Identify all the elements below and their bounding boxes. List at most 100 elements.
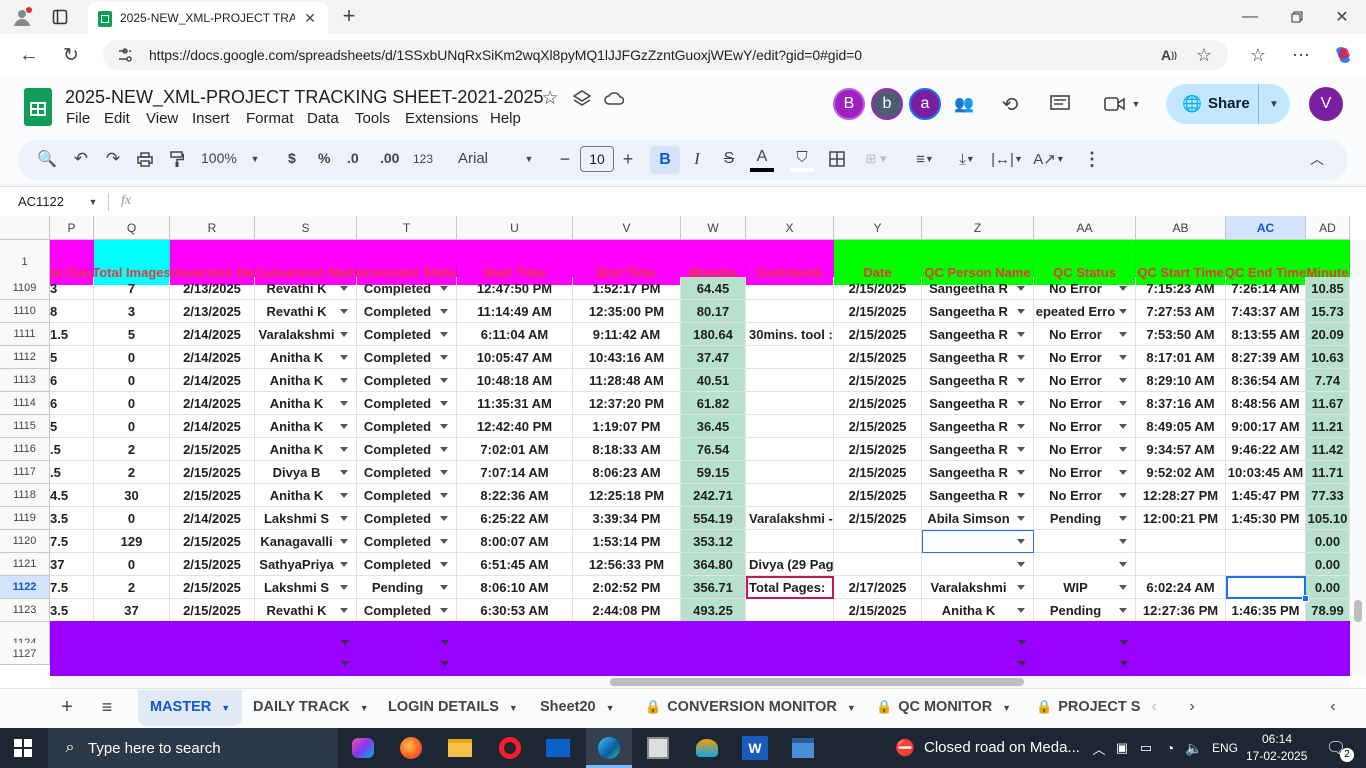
zoom-select[interactable]: 100%	[201, 150, 237, 166]
column-header[interactable]: Q	[94, 216, 170, 240]
scroll-tabs-left-icon[interactable]: ‹	[1145, 697, 1163, 717]
cell-q-1122[interactable]: 2	[94, 576, 170, 599]
cell-u-1115[interactable]: 12:42:40 PM	[457, 415, 573, 438]
close-tab-icon[interactable]: ✕	[302, 10, 318, 26]
cell-r-1111[interactable]: 2/14/2025	[170, 323, 255, 346]
cell-ac-1111[interactable]: 8:13:55 AM	[1226, 323, 1306, 346]
chevron-down-icon[interactable]	[341, 661, 349, 666]
cell-ad-1120[interactable]: 0.00	[1306, 530, 1350, 553]
tab-actions-icon[interactable]	[48, 6, 72, 28]
cell-ad-1121[interactable]: 0.00	[1306, 553, 1350, 576]
cell-t-1115[interactable]: Completed	[357, 415, 457, 438]
chevron-down-icon[interactable]	[441, 661, 449, 666]
cell-z-1119[interactable]: Abila Simson	[922, 507, 1034, 530]
cell-z-1118[interactable]: Sangeetha R	[922, 484, 1034, 507]
cell-ad-1112[interactable]: 10.63	[1306, 346, 1350, 369]
row-header[interactable]: 1123	[0, 599, 50, 622]
cell-r-1110[interactable]: 2/13/2025	[170, 300, 255, 323]
cell-aa-1117[interactable]: No Error	[1034, 461, 1136, 484]
cell-ad-1109[interactable]: 10.85	[1306, 277, 1350, 300]
more-tools-icon[interactable]: ⋮	[1082, 148, 1102, 170]
text-wrapping-icon[interactable]: |↔| ▼	[990, 148, 1024, 170]
account-avatar[interactable]: V	[1309, 87, 1343, 121]
cell-p-1117[interactable]: .5	[50, 461, 94, 484]
vertical-align-icon[interactable]: ⤓ ▼	[950, 148, 984, 170]
cell-u-1111[interactable]: 6:11:04 AM	[457, 323, 573, 346]
volume-icon[interactable]: 🔈	[1184, 738, 1204, 758]
cell-y-1113[interactable]: 2/15/2025	[834, 369, 922, 392]
edge-taskbar-item[interactable]	[586, 728, 632, 768]
file-explorer-icon[interactable]	[447, 736, 473, 760]
cell-ac-1119[interactable]: 1:45:30 PM	[1226, 507, 1306, 530]
cell-ac-1112[interactable]: 8:27:39 AM	[1226, 346, 1306, 369]
cell-u-1116[interactable]: 7:02:01 AM	[457, 438, 573, 461]
bold-icon[interactable]: B	[650, 146, 680, 174]
vertical-scrollbar[interactable]	[1350, 240, 1366, 676]
clock-time[interactable]: 06:14	[1262, 732, 1292, 746]
cell-w-1112[interactable]: 37.47	[681, 346, 746, 369]
cell-u-1113[interactable]: 10:48:18 AM	[457, 369, 573, 392]
cell-x-1122[interactable]: Total Pages:	[746, 576, 834, 599]
text-rotation-icon[interactable]: A↗ ▼	[1032, 148, 1066, 170]
move-icon[interactable]	[570, 86, 594, 110]
row-header[interactable]: 1117	[0, 461, 50, 484]
clock-date[interactable]: 17-02-2025	[1246, 749, 1307, 763]
cell-t-1117[interactable]: Completed	[357, 461, 457, 484]
cell-w-1118[interactable]: 242.71	[681, 484, 746, 507]
cell-aa-1109[interactable]: No Error	[1034, 277, 1136, 300]
cell-u-1123[interactable]: 6:30:53 AM	[457, 599, 573, 622]
chevron-down-icon[interactable]	[1018, 661, 1026, 666]
cell-q-1111[interactable]: 5	[94, 323, 170, 346]
cell-q-1113[interactable]: 0	[94, 369, 170, 392]
column-header[interactable]: X	[746, 216, 834, 240]
row-header[interactable]: 1127	[0, 643, 50, 665]
cell-y-1111[interactable]: 2/15/2025	[834, 323, 922, 346]
cell-z-1114[interactable]: Sangeetha R	[922, 392, 1034, 415]
cell-p-1123[interactable]: 3.5	[50, 599, 94, 622]
close-window-icon[interactable]: ✕	[1330, 6, 1354, 28]
row-header[interactable]: 1121	[0, 553, 50, 576]
cell-t-1123[interactable]: Completed	[357, 599, 457, 622]
cell-r-1121[interactable]: 2/15/2025	[170, 553, 255, 576]
cell-t-1112[interactable]: Completed	[357, 346, 457, 369]
cell-aa-1118[interactable]: No Error	[1034, 484, 1136, 507]
cell-u-1121[interactable]: 6:51:45 AM	[457, 553, 573, 576]
meet-present-icon[interactable]: 👥	[950, 90, 978, 118]
cell-q-1123[interactable]: 37	[94, 599, 170, 622]
cell-v-1117[interactable]: 8:06:23 AM	[573, 461, 681, 484]
cell-y-1117[interactable]: 2/15/2025	[834, 461, 922, 484]
menu-view[interactable]: View	[146, 110, 178, 127]
news-ticker[interactable]: Closed road on Meda...	[924, 739, 1080, 756]
row-header[interactable]: 1118	[0, 484, 50, 507]
cell-ac-1121[interactable]	[1226, 553, 1306, 576]
cell-v-1122[interactable]: 2:02:52 PM	[573, 576, 681, 599]
cell-v-1109[interactable]: 1:52:17 PM	[573, 277, 681, 300]
chevron-down-icon[interactable]	[441, 640, 449, 645]
cell-v-1121[interactable]: 12:56:33 PM	[573, 553, 681, 576]
menu-tools[interactable]: Tools	[355, 110, 390, 127]
back-icon[interactable]: ←	[16, 42, 42, 68]
cell-u-1114[interactable]: 11:35:31 AM	[457, 392, 573, 415]
row-header[interactable]: 1114	[0, 392, 50, 415]
cell-x-1113[interactable]	[746, 369, 834, 392]
cell-x-1112[interactable]	[746, 346, 834, 369]
cell-s-1118[interactable]: Anitha K	[255, 484, 357, 507]
cell-x-1120[interactable]	[746, 530, 834, 553]
cell-w-1115[interactable]: 36.45	[681, 415, 746, 438]
cell-x-1114[interactable]	[746, 392, 834, 415]
cell-z-1122[interactable]: Varalakshmi	[922, 576, 1034, 599]
cell-t-1114[interactable]: Completed	[357, 392, 457, 415]
cell-z-1113[interactable]: Sangeetha R	[922, 369, 1034, 392]
cell-ab-1116[interactable]: 9:34:57 AM	[1136, 438, 1226, 461]
cell-v-1120[interactable]: 1:53:14 PM	[573, 530, 681, 553]
cell-z-1116[interactable]: Sangeetha R	[922, 438, 1034, 461]
borders-icon[interactable]	[826, 148, 848, 170]
cell-v-1113[interactable]: 11:28:48 AM	[573, 369, 681, 392]
chevron-down-icon[interactable]	[1018, 640, 1026, 645]
cell-t-1113[interactable]: Completed	[357, 369, 457, 392]
firefox-icon[interactable]	[398, 736, 424, 760]
search-menus-icon[interactable]: 🔍	[36, 148, 58, 170]
cell-w-1109[interactable]: 64.45	[681, 277, 746, 300]
opera-icon[interactable]	[497, 736, 523, 760]
name-box-dropdown-icon[interactable]: ▼	[86, 195, 100, 209]
